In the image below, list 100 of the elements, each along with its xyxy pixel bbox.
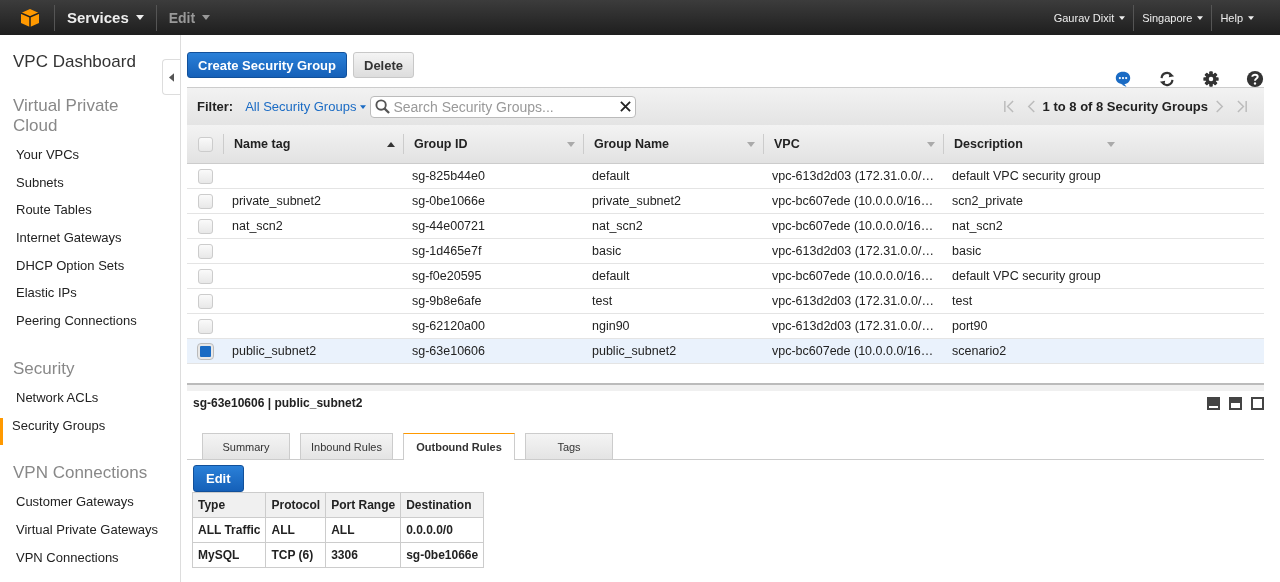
sort-icon[interactable] [1107,141,1115,147]
table-cell: sg-9b8e6afe [412,294,482,308]
table-cell: default [592,169,630,183]
table-cell: ALL Traffic [192,517,266,543]
table-cell: vpc-bc607ede (10.0.0.0/16… [772,269,934,283]
sidebar-item[interactable]: Your VPCs [0,147,162,175]
row-checkbox[interactable] [197,218,213,234]
sidebar-item[interactable]: VPN Connections [0,549,162,578]
refresh-icon[interactable] [1158,69,1176,88]
user-menu[interactable]: Gaurav Dixit [1045,11,1134,24]
sidebar-title[interactable]: VPC Dashboard [13,52,162,72]
create-button[interactable]: Create Security Group [187,52,347,78]
sidebar-item[interactable]: DHCP Option Sets [0,257,162,286]
sidebar-heading: VPN Connections [13,463,149,484]
sidebar-item[interactable]: Security Groups [0,417,162,446]
column-header: Destination [400,492,484,518]
column-header: Port Range [325,492,401,518]
table-cell: test [952,294,973,308]
row-checkbox[interactable] [197,268,213,284]
sort-icon[interactable] [927,141,935,147]
close-icon[interactable] [620,101,632,112]
sidebar-item[interactable]: Subnets [0,174,162,203]
table-cell: vpc-613d2d03 (172.31.0.0/… [772,244,934,258]
last-page-icon[interactable] [1237,100,1248,113]
chat-icon[interactable] [1114,69,1132,88]
sidebar-item[interactable]: Peering Connections [0,313,162,341]
sidebar-item[interactable]: Virtual Private Gateways [0,521,162,550]
sidebar-item[interactable]: Route Tables [0,202,162,231]
table-cell: public_subnet2 [232,344,317,358]
first-page-icon[interactable] [1002,100,1014,113]
table-cell: sg-44e00721 [412,219,485,233]
sidebar-heading: Security [13,358,76,379]
table-cell: test [592,294,613,308]
select-all-checkbox[interactable] [197,136,213,152]
tab[interactable]: Inbound Rules [300,433,393,459]
edit-menu[interactable]: Edit [156,9,223,26]
row-checkbox[interactable] [197,243,213,259]
table-cell: nat_scn2 [952,219,1003,233]
table-cell: sg-f0e20595 [412,269,482,283]
edit-button[interactable]: Edit [193,465,244,492]
layout-full-icon[interactable] [1251,396,1264,410]
caret-icon [202,15,211,20]
previous-page-icon[interactable] [1025,100,1037,113]
filter-label: Filter: [197,99,234,114]
cube-logo-icon[interactable] [20,7,40,28]
table-cell: vpc-613d2d03 (172.31.0.0/… [772,319,934,333]
sort-icon[interactable] [567,141,575,147]
delete-button[interactable]: Delete [353,52,415,78]
sidebar-item[interactable]: Internet Gateways [0,230,162,258]
sidebar-item[interactable]: Elastic IPs [0,285,162,314]
help-icon[interactable] [1246,69,1264,88]
table-cell: TCP (6) [265,542,326,568]
row-checkbox[interactable] [197,193,213,209]
collapse-handle[interactable] [162,59,180,95]
caret-icon [1119,15,1126,20]
table-cell: sg-62120a00 [412,319,485,333]
sidebar-heading: Virtual Private Cloud [13,96,120,136]
split-handle[interactable] [187,383,1264,391]
table-cell: vpc-bc607ede (10.0.0.0/16… [772,219,934,233]
sort-icon[interactable] [747,141,755,147]
row-checkbox[interactable] [197,343,213,359]
region-menu[interactable]: Singapore [1134,11,1212,24]
table-cell: MySQL [192,542,266,568]
search-icon [375,99,391,114]
layout-bottom-icon[interactable] [1207,396,1220,410]
table-cell: private_subnet2 [232,194,321,208]
next-page-icon[interactable] [1214,100,1225,113]
help-menu[interactable]: Help [1212,11,1262,24]
left-arrow-icon [169,72,174,82]
sort-ascending-icon[interactable] [387,141,395,147]
table-cell: nat_scn2 [592,219,643,233]
tab[interactable]: Tags [525,433,613,459]
sidebar-item[interactable]: Customer Gateways [0,494,162,522]
table-cell: default VPC security group [952,169,1101,183]
table-cell: 3306 [325,542,401,568]
pagination-text: 1 to 8 of 8 Security Groups [1042,99,1208,114]
row-checkbox[interactable] [197,293,213,309]
tab[interactable]: Summary [202,433,290,459]
table-cell: sg-1d465e7f [412,244,482,258]
caret-icon [135,15,144,20]
caret-icon [360,104,367,109]
settings-icon[interactable] [1202,69,1220,88]
table-cell: private_subnet2 [592,194,681,208]
table-cell: vpc-bc607ede (10.0.0.0/16… [772,194,934,208]
services-menu[interactable]: Services [55,9,156,26]
table-cell: public_subnet2 [592,344,677,358]
sidebar-item[interactable]: Network ACLs [0,389,162,418]
table-cell: scenario2 [952,344,1007,358]
tab[interactable]: Outbound Rules [403,433,515,460]
table-cell: vpc-613d2d03 (172.31.0.0/… [772,169,934,183]
table-cell: ALL [265,517,326,543]
filter-dropdown[interactable]: All Security Groups [241,99,371,114]
row-checkbox[interactable] [197,318,213,334]
table-cell: 0.0.0.0/0 [400,517,484,543]
table-cell: vpc-613d2d03 (172.31.0.0/… [772,294,934,308]
table-cell: sg-0be1066e [412,194,485,208]
search-field[interactable]: Search Security Groups... [370,95,637,118]
layout-split-icon[interactable] [1229,396,1242,410]
row-checkbox[interactable] [197,168,213,184]
table-cell: scn2_private [952,194,1023,208]
